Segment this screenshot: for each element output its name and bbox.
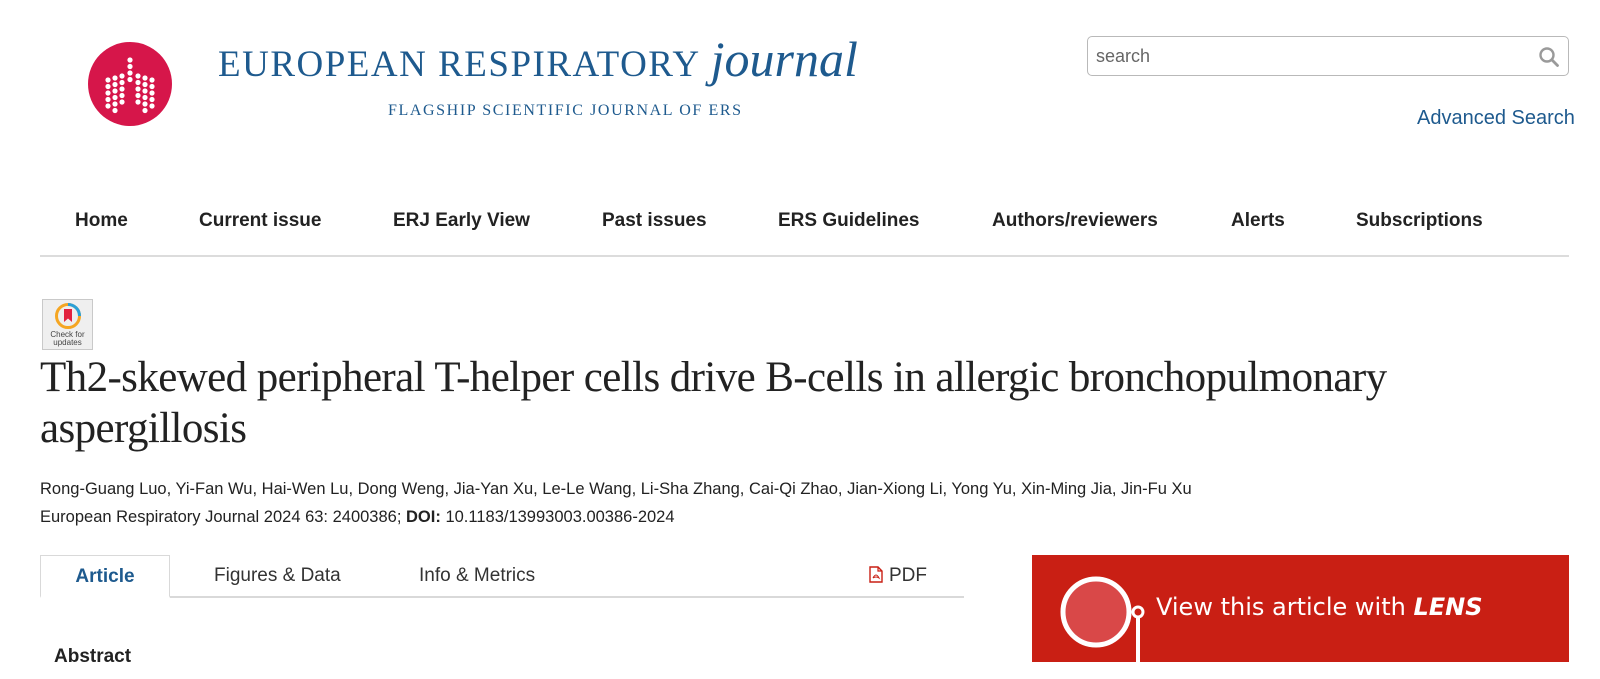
tab-info-metrics[interactable]: Info & Metrics (419, 555, 535, 596)
nav-item-past-issues[interactable]: Past issues (602, 210, 707, 232)
magnifier-lens-icon (1060, 576, 1145, 662)
article-tabs: Article Figures & Data Info & Metrics PD… (40, 555, 964, 598)
tab-pdf[interactable]: PDF (869, 555, 927, 596)
search-input[interactable] (1096, 37, 1516, 75)
citation-line: European Respiratory Journal 2024 63: 24… (40, 508, 675, 527)
nav-item-authors-reviewers[interactable]: Authors/reviewers (992, 210, 1158, 232)
nav-item-current-issue[interactable]: Current issue (199, 210, 321, 232)
nav-item-home[interactable]: Home (75, 210, 128, 232)
brand-tagline: FLAGSHIP SCIENTIFIC JOURNAL OF ERS (388, 102, 743, 119)
author-list[interactable]: Rong-Guang Luo, Yi-Fan Wu, Hai-Wen Lu, D… (40, 480, 1192, 499)
bookmark-icon (55, 303, 81, 329)
tab-figures-data[interactable]: Figures & Data (214, 555, 341, 596)
search-icon[interactable] (1538, 46, 1560, 68)
lens-banner-text: View this article with LENS (1156, 593, 1483, 621)
search-box (1087, 36, 1569, 76)
abstract-heading: Abstract (54, 646, 132, 667)
main-nav: Home Current issue ERJ Early View Past i… (40, 195, 1569, 257)
nav-item-erj-early-view[interactable]: ERJ Early View (393, 210, 530, 232)
lens-brand: LENS (1413, 593, 1483, 621)
nav-item-subscriptions[interactable]: Subscriptions (1356, 210, 1483, 232)
doi-value[interactable]: 10.1183/13993003.00386-2024 (445, 508, 674, 526)
pdf-label: PDF (889, 565, 927, 586)
journal-brand[interactable]: EUROPEAN RESPIRATORY journal (218, 30, 858, 88)
pdf-file-icon (869, 566, 883, 583)
tab-article[interactable]: Article (40, 555, 170, 598)
advanced-search-link[interactable]: Advanced Search (1417, 107, 1575, 130)
nav-item-ers-guidelines[interactable]: ERS Guidelines (778, 210, 919, 232)
doi-label: DOI: (406, 508, 441, 526)
article-title: Th2-skewed peripheral T-helper cells dri… (40, 354, 1387, 452)
lens-banner-label: View this article with (1156, 593, 1406, 621)
ers-logo-icon[interactable] (88, 42, 172, 126)
brand-name: EUROPEAN RESPIRATORY (218, 44, 701, 85)
lens-banner[interactable]: View this article with LENS (1032, 555, 1569, 662)
check-for-updates-label: Check for updates (50, 330, 85, 347)
nav-item-alerts[interactable]: Alerts (1231, 210, 1285, 232)
citation-source: European Respiratory Journal 2024 63: 24… (40, 508, 402, 526)
check-for-updates-badge[interactable]: Check for updates (42, 299, 93, 350)
brand-italic: journal (710, 31, 858, 87)
